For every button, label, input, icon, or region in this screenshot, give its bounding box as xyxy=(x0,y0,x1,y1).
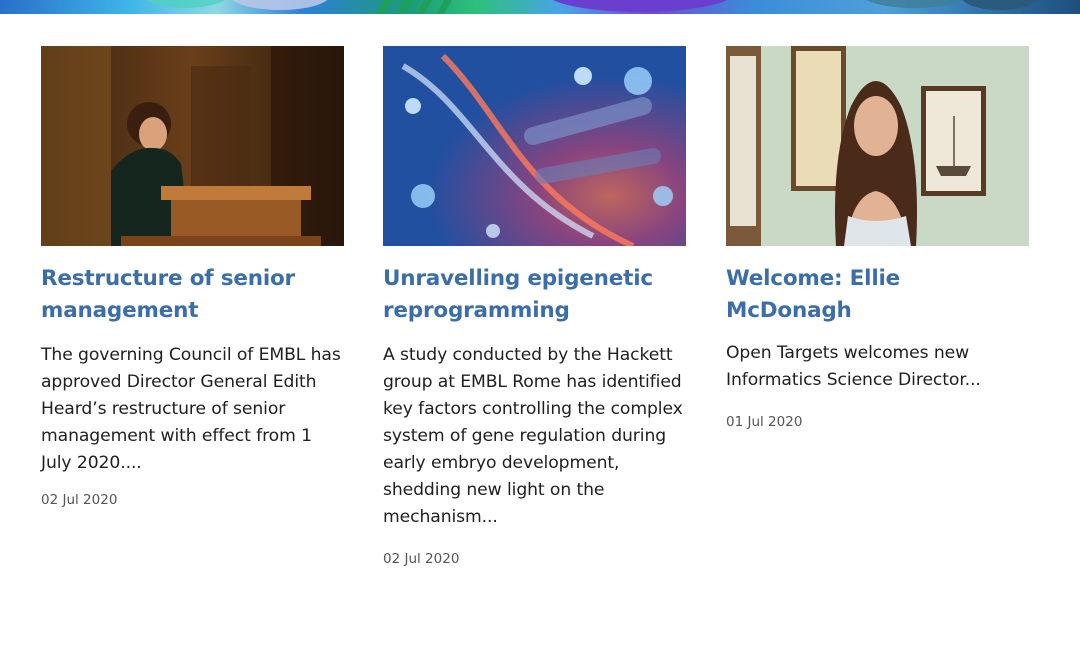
news-card: Restructure of senior management The gov… xyxy=(41,46,344,510)
news-card: Welcome: Ellie McDonagh Open Targets wel… xyxy=(726,46,1029,432)
speaker-photo xyxy=(41,46,344,246)
news-summary: A study conducted by the Hackett group a… xyxy=(383,345,683,527)
news-summary: Open Targets welcomes new Informatics Sc… xyxy=(726,343,981,390)
news-date: 02 Jul 2020 xyxy=(383,551,460,567)
news-title-link[interactable]: Restructure of senior management xyxy=(41,263,344,327)
news-image-link[interactable] xyxy=(41,46,344,246)
news-title-link[interactable]: Welcome: Ellie McDonagh xyxy=(726,263,1029,327)
news-image-link[interactable] xyxy=(726,46,1029,246)
news-title-link[interactable]: Unravelling epigenetic reprogramming xyxy=(383,263,686,327)
news-date: 02 Jul 2020 xyxy=(41,492,118,508)
news-image-link[interactable] xyxy=(383,46,686,246)
portrait-photo xyxy=(726,46,1029,246)
news-date: 01 Jul 2020 xyxy=(726,414,803,430)
news-summary: The governing Council of EMBL has approv… xyxy=(41,345,341,473)
hero-banner-strip xyxy=(0,0,1080,14)
dna-illustration xyxy=(383,46,686,246)
news-card: Unravelling epigenetic reprogramming A s… xyxy=(383,46,686,569)
